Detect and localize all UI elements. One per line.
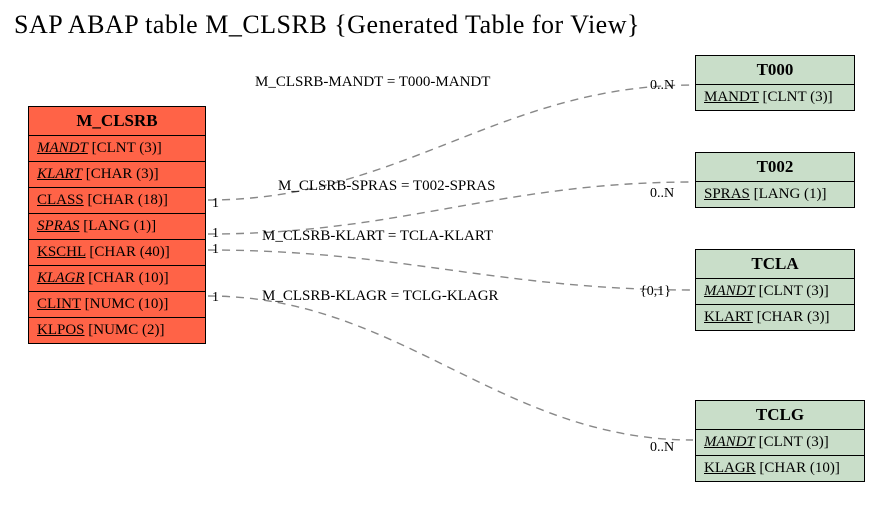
- cardinality-right: {0,1}: [640, 284, 671, 300]
- table-field: MANDT [CLNT (3)]: [696, 279, 854, 305]
- cardinality-left: 1: [212, 290, 219, 306]
- relation-line: [208, 296, 693, 440]
- table-field: MANDT [CLNT (3)]: [29, 136, 205, 162]
- relation-line: [208, 250, 693, 290]
- page-title: SAP ABAP table M_CLSRB {Generated Table …: [14, 10, 640, 40]
- table-field: KLAGR [CHAR (10)]: [29, 266, 205, 292]
- table-t002: T002 SPRAS [LANG (1)]: [695, 152, 855, 208]
- cardinality-left: 1: [212, 226, 219, 242]
- table-header: TCLG: [696, 401, 864, 430]
- cardinality-left: 1: [212, 196, 219, 212]
- relation-label: M_CLSRB-KLAGR = TCLG-KLAGR: [262, 288, 499, 305]
- table-header: M_CLSRB: [29, 107, 205, 136]
- cardinality-left: 1: [212, 242, 219, 258]
- cardinality-right: 0..N: [650, 78, 674, 94]
- table-field: KLART [CHAR (3)]: [29, 162, 205, 188]
- table-field: MANDT [CLNT (3)]: [696, 85, 854, 110]
- relation-label: M_CLSRB-SPRAS = T002-SPRAS: [278, 178, 495, 195]
- table-tcla: TCLA MANDT [CLNT (3)] KLART [CHAR (3)]: [695, 249, 855, 331]
- table-m-clsrb: M_CLSRB MANDT [CLNT (3)] KLART [CHAR (3)…: [28, 106, 206, 344]
- cardinality-right: 0..N: [650, 440, 674, 456]
- table-t000: T000 MANDT [CLNT (3)]: [695, 55, 855, 111]
- table-field: KLAGR [CHAR (10)]: [696, 456, 864, 481]
- table-header: TCLA: [696, 250, 854, 279]
- table-field: SPRAS [LANG (1)]: [696, 182, 854, 207]
- cardinality-right: 0..N: [650, 186, 674, 202]
- relation-label: M_CLSRB-KLART = TCLA-KLART: [262, 228, 493, 245]
- table-field: CLASS [CHAR (18)]: [29, 188, 205, 214]
- table-header: T000: [696, 56, 854, 85]
- table-field: MANDT [CLNT (3)]: [696, 430, 864, 456]
- table-header: T002: [696, 153, 854, 182]
- table-field: KLPOS [NUMC (2)]: [29, 318, 205, 343]
- relation-label: M_CLSRB-MANDT = T000-MANDT: [255, 74, 490, 91]
- table-field: KLART [CHAR (3)]: [696, 305, 854, 330]
- table-field: CLINT [NUMC (10)]: [29, 292, 205, 318]
- table-field: KSCHL [CHAR (40)]: [29, 240, 205, 266]
- table-tclg: TCLG MANDT [CLNT (3)] KLAGR [CHAR (10)]: [695, 400, 865, 482]
- table-field: SPRAS [LANG (1)]: [29, 214, 205, 240]
